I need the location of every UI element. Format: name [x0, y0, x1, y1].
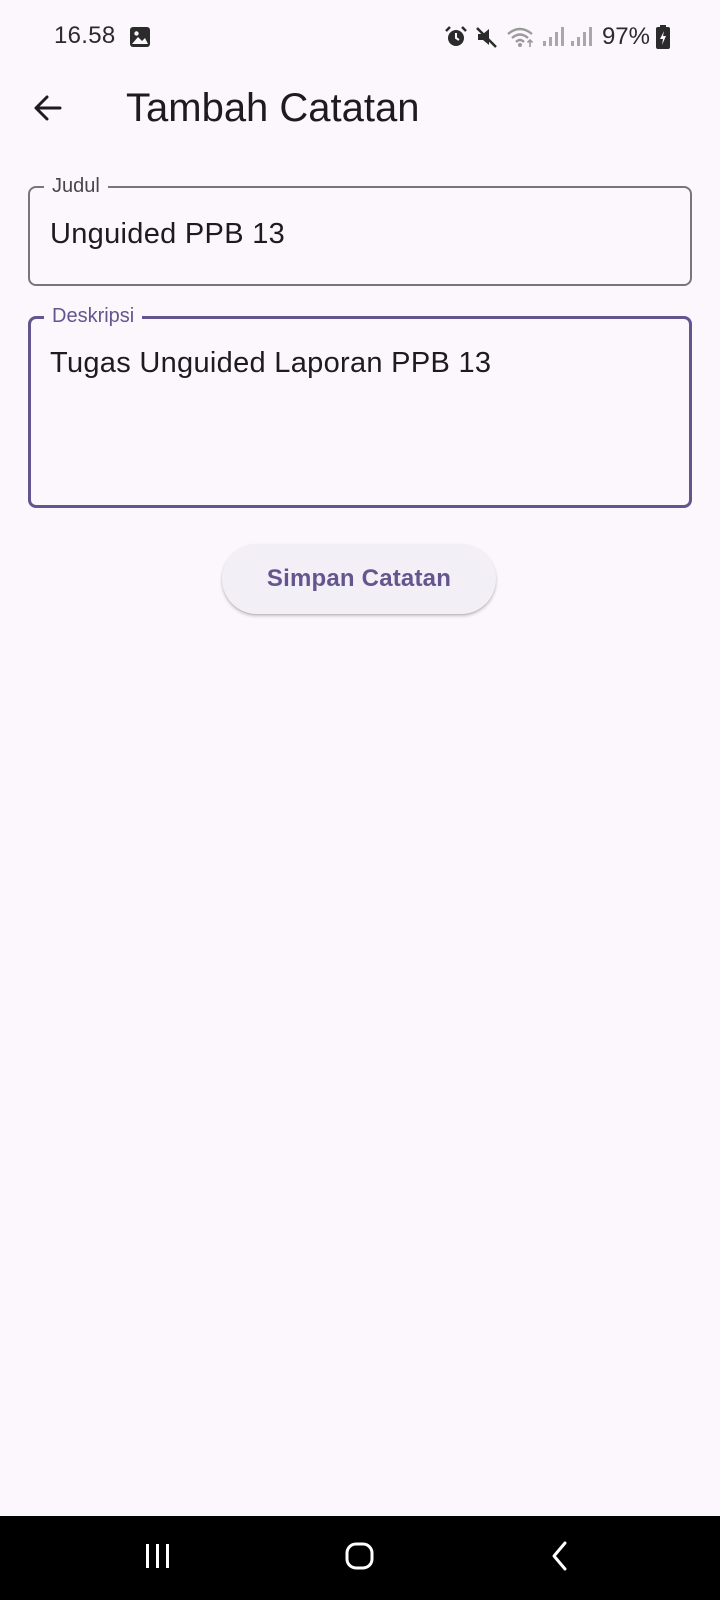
judul-value[interactable]: Unguided PPB 13 [50, 218, 285, 251]
judul-field[interactable]: Judul Unguided PPB 13 [28, 174, 692, 286]
recents-button[interactable] [128, 1536, 188, 1580]
arrow-back-icon [32, 92, 64, 129]
deskripsi-label: Deskripsi [44, 304, 143, 328]
status-time: 16.58 [54, 22, 116, 49]
battery-charging-icon [656, 25, 670, 49]
app-bar: Tambah Catatan [0, 72, 720, 148]
home-icon [344, 1540, 376, 1577]
home-button[interactable] [330, 1536, 390, 1580]
screen: 16.58 97% Tambah Catatan Judul Unguided … [0, 0, 720, 1600]
gallery-icon [129, 26, 151, 48]
mute-icon [474, 25, 500, 49]
recents-icon [143, 1542, 173, 1575]
page-title: Tambah Catatan [126, 86, 420, 130]
save-button[interactable]: Simpan Catatan [222, 544, 496, 614]
back-button[interactable] [22, 84, 74, 136]
judul-label: Judul [44, 174, 108, 198]
nav-bar [0, 1516, 720, 1600]
deskripsi-value[interactable]: Tugas Unguided Laporan PPB 13 [50, 347, 491, 380]
status-icons: 97% [444, 22, 670, 52]
back-icon [548, 1540, 572, 1577]
alarm-icon [444, 25, 468, 49]
system-back-button[interactable] [530, 1536, 590, 1580]
signal-icon [542, 26, 564, 48]
status-bar: 16.58 97% [0, 0, 720, 72]
battery-percentage: 97% [601, 23, 650, 50]
signal-icon [570, 26, 592, 48]
wifi-icon [506, 25, 536, 49]
deskripsi-field[interactable]: Deskripsi Tugas Unguided Laporan PPB 13 [28, 304, 692, 508]
